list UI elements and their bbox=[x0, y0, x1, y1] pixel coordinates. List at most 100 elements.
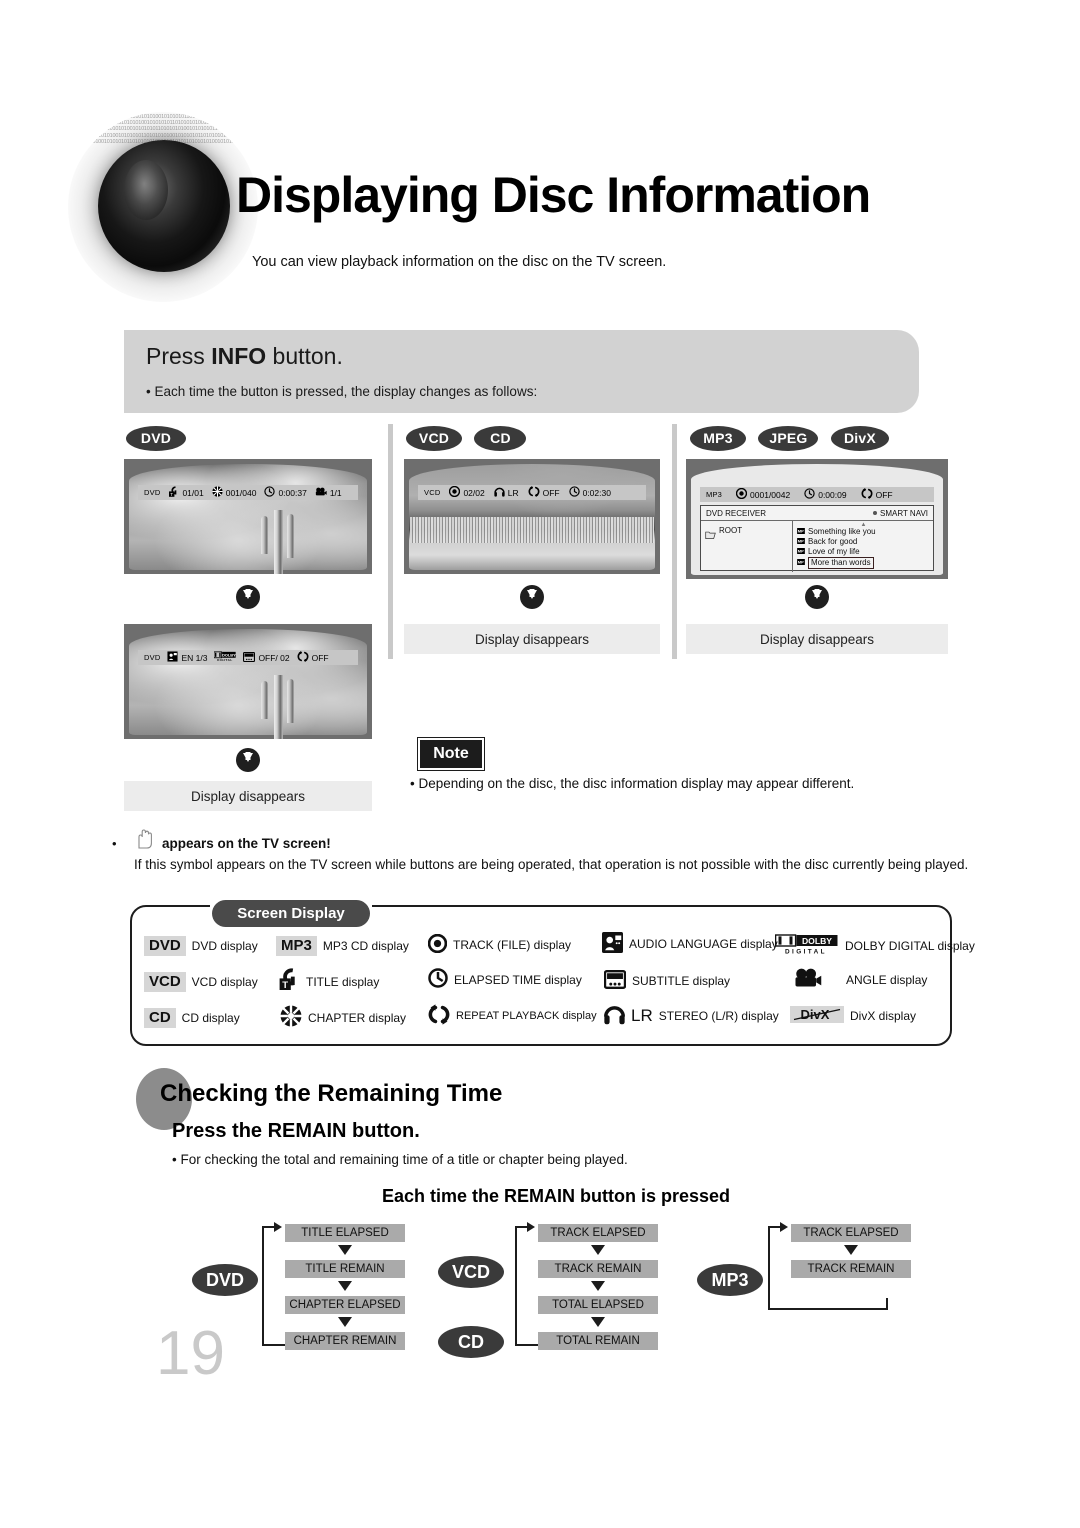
flow-step-vcd-3: TOTAL ELAPSED bbox=[538, 1296, 658, 1314]
legend-item-subtitle: SUBTITLE display bbox=[603, 970, 731, 992]
osd-disc-type-mp3: MP3 bbox=[706, 490, 723, 499]
mp3-tag-icon: MP3 bbox=[276, 936, 317, 956]
flow-loop-left-vcd bbox=[515, 1226, 517, 1346]
osd-time-value-vcd: 0:02:30 bbox=[582, 487, 611, 498]
flow-arrow-dvd-3 bbox=[338, 1317, 352, 1327]
press-info-heading-strong: INFO bbox=[211, 343, 267, 369]
svg-text:T: T bbox=[171, 491, 174, 496]
hand-heading: appears on the TV screen! bbox=[162, 836, 331, 851]
legend-label: CHAPTER display bbox=[308, 1010, 407, 1025]
dvd-tag-icon: DVD bbox=[144, 936, 186, 956]
list-item-selected[interactable]: MP More than words bbox=[797, 557, 930, 569]
navi-mode-dot-icon bbox=[872, 511, 877, 515]
osd-time-group: 0:00:37 bbox=[264, 486, 307, 499]
flow-arrow-vcd-2 bbox=[591, 1281, 605, 1291]
flow-arrow-down-col1-a bbox=[236, 585, 260, 609]
osd-time-value-mp3: 0:00:09 bbox=[818, 489, 847, 500]
osd-repeat-value-mp3: OFF bbox=[875, 489, 893, 500]
mp3-osd-bar: MP3 0001/0042 0:00:09 OFF bbox=[700, 487, 934, 502]
svg-text:DOLBY: DOLBY bbox=[223, 653, 237, 658]
repeat-icon bbox=[297, 651, 309, 664]
flow-arrow-down-col3 bbox=[805, 585, 829, 609]
mp3-file-icon: MP bbox=[797, 527, 805, 537]
legend-label: DOLBY DIGITAL display bbox=[845, 938, 975, 953]
repeat-icon bbox=[861, 488, 873, 501]
title-icon: T bbox=[278, 968, 300, 995]
dvd-screen-2: DVD EN 1/3 DOLBY DIGITAL OFF/ 02 OFF bbox=[124, 624, 372, 739]
mp3-file-icon: MP bbox=[797, 547, 805, 557]
display-disappears-col3: Display disappears bbox=[686, 624, 948, 654]
subtitle-icon bbox=[603, 970, 627, 992]
list-item[interactable]: MP Something like you bbox=[797, 527, 930, 537]
legend-label: ANGLE display bbox=[846, 973, 928, 987]
legend-item-dolby-digital: DOLBY DIGITAL DOLBY DIGITAL display bbox=[774, 934, 975, 957]
legend-item-title: T TITLE display bbox=[278, 968, 379, 995]
legend-item-mp3: MP3 MP3 CD display bbox=[276, 936, 409, 956]
chapter-icon bbox=[212, 486, 223, 499]
flow-arrow-vcd-3 bbox=[591, 1317, 605, 1327]
legend-item-chapter: CHAPTER display bbox=[280, 1005, 406, 1030]
angle-icon bbox=[794, 968, 822, 992]
list-item[interactable]: MP Back for good bbox=[797, 537, 930, 547]
hand-bullet-marker: • bbox=[112, 836, 117, 851]
legend-label: STEREO (L/R) display bbox=[658, 1009, 779, 1023]
legend-label: VCD display bbox=[191, 975, 258, 989]
flow-loop-head-vcd bbox=[527, 1222, 535, 1232]
list-item-label: Something like you bbox=[808, 527, 876, 536]
svg-text:MP: MP bbox=[798, 560, 804, 565]
flow-loop-bottom-mp3 bbox=[768, 1308, 888, 1310]
flow-loop-left-mp3 bbox=[768, 1226, 770, 1310]
flow-step-mp3-1: TRACK ELAPSED bbox=[791, 1224, 911, 1242]
page-title: Displaying Disc Information bbox=[236, 167, 871, 223]
flow-step-mp3-2: TRACK REMAIN bbox=[791, 1260, 911, 1278]
badge-mp3: MP3 bbox=[690, 426, 746, 451]
track-icon bbox=[449, 485, 461, 499]
legend-label: CD display bbox=[181, 1011, 240, 1025]
disc-badges-column-1: DVD bbox=[126, 426, 186, 451]
repeat-icon bbox=[528, 486, 540, 499]
audio-language-icon bbox=[602, 932, 623, 956]
folder-icon bbox=[705, 526, 716, 544]
navi-track-list: ▲ MP Something like you MP Back for good… bbox=[793, 521, 933, 572]
flow-badge-mp3: MP3 bbox=[697, 1264, 763, 1296]
track-icon bbox=[427, 933, 448, 956]
legend-label: REPEAT PLAYBACK display bbox=[456, 1010, 597, 1022]
flow-arrow-dvd-2 bbox=[338, 1281, 352, 1291]
dvd-screen-1: DVD T 01/01 001/040 0:00:37 1/1 bbox=[124, 459, 372, 574]
list-item-label: Back for good bbox=[808, 537, 858, 546]
osd-stereo-group: LR bbox=[494, 486, 519, 499]
legend-label: MP3 CD display bbox=[322, 939, 409, 953]
osd-time-value: 0:00:37 bbox=[278, 487, 307, 498]
badge-cd: CD bbox=[474, 426, 527, 451]
press-remain-label: Press the REMAIN button. bbox=[172, 1120, 420, 1142]
smart-navi-panel: DVD RECEIVER SMART NAVI ROOT ▲ MP Someth… bbox=[700, 505, 934, 572]
flow-step-dvd-2: TITLE REMAIN bbox=[285, 1260, 405, 1278]
svg-text:DOLBY: DOLBY bbox=[802, 936, 832, 946]
legend-label: AUDIO LANGUAGE display bbox=[629, 937, 778, 951]
navi-mode-label: SMART NAVI bbox=[879, 508, 928, 518]
elapsed-time-icon bbox=[804, 488, 815, 501]
flow-step-dvd-1: TITLE ELAPSED bbox=[285, 1224, 405, 1242]
repeat-icon bbox=[428, 1004, 450, 1028]
legend-label: ELAPSED TIME display bbox=[454, 972, 582, 987]
elapsed-time-icon bbox=[568, 486, 580, 499]
press-info-heading-suffix: button. bbox=[266, 343, 343, 369]
legend-item-cd: CD CD display bbox=[144, 1008, 240, 1028]
flow-step-vcd-2: TRACK REMAIN bbox=[538, 1260, 658, 1278]
flow-badge-cd: CD bbox=[438, 1326, 504, 1358]
osd-track-group: 02/02 bbox=[449, 485, 485, 499]
mp3-file-icon: MP bbox=[797, 558, 805, 568]
dvd-osd-bar-2: DVD EN 1/3 DOLBY DIGITAL OFF/ 02 OFF bbox=[138, 650, 358, 665]
press-info-heading: Press INFO button. bbox=[146, 343, 343, 370]
page-number: 19 bbox=[156, 1319, 225, 1388]
page-header: 0101010101001010101011010101010010101010… bbox=[0, 0, 1080, 320]
flow-badge-vcd: VCD bbox=[438, 1256, 504, 1288]
flow-arrow-down-col2 bbox=[520, 585, 544, 609]
osd-track-value-mp3: 0001/0042 bbox=[750, 489, 791, 500]
osd-repeat-group: OFF bbox=[297, 651, 329, 664]
legend-label: SUBTITLE display bbox=[632, 974, 731, 988]
flow-arrow-mp3-1 bbox=[844, 1245, 858, 1255]
list-item[interactable]: MP Love of my life bbox=[797, 547, 930, 557]
osd-subtitle-value: OFF/ 02 bbox=[258, 652, 290, 663]
osd-time-group-mp3: 0:00:09 bbox=[804, 488, 847, 501]
